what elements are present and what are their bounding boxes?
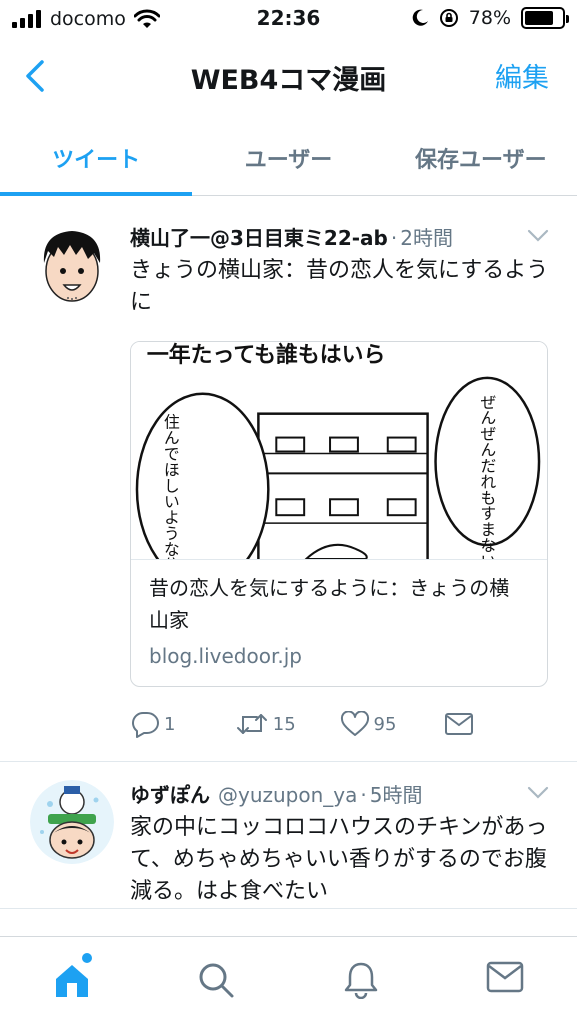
retweet-icon [236,714,267,734]
reply-count: 1 [164,713,176,735]
battery-percent: 78% [468,7,511,29]
edit-button[interactable]: 編集 [495,56,549,95]
navigation-bar: WEB4コマ漫画 編集 [0,40,577,112]
tweet-header: ゆずぽん @yuzupon_ya · 5時間 [130,780,549,810]
display-name[interactable]: ゆずぽん [130,780,210,810]
retweet-button[interactable]: 15 [235,711,340,737]
manga-left-bubble-text: 住んでほしいような住んでほしくないような… [161,414,180,560]
reply-button[interactable]: 1 [130,710,235,738]
envelope-icon [486,961,524,993]
card-info: 昔の恋人を気にするように：きょうの横山家 blog.livedoor.jp [131,560,547,686]
bell-icon [344,962,377,999]
home-icon [56,965,89,997]
card-title: 昔の恋人を気にするように：きょうの横山家 [149,576,510,632]
card-image: 一年たっても誰もはいら 住んでほしいような住んでほ [131,342,547,560]
tab-users[interactable]: ユーザー [192,122,384,195]
tab-tweets[interactable]: ツイート [0,122,193,196]
tweet[interactable]: 横山了一@3日目東ミ22-ab · 2時間 きょうの横山家：昔の恋人を気にするよ… [0,205,577,762]
status-right: 78% [411,7,569,29]
avatar[interactable] [30,780,114,864]
reply-icon [132,712,159,738]
battery-icon [521,7,569,29]
tweet-actions: 1 15 95 [130,687,549,761]
display-name[interactable]: 横山了一@3日目東ミ22-ab [130,223,388,253]
page-title: WEB4コマ漫画 [190,65,387,96]
card-domain: blog.livedoor.jp [149,644,302,668]
tweet-time: 2時間 [400,226,453,250]
rotation-lock-icon [439,9,458,27]
link-card[interactable]: 一年たっても誰もはいら 住んでほしいような住んでほ [130,341,548,687]
list-tabs: ツイート ユーザー 保存ユーザー [0,122,577,196]
tab-home[interactable] [0,937,144,1024]
manga-top-text: 一年たっても誰もはいら [147,342,385,368]
like-count: 95 [373,713,397,735]
tweet-feed[interactable]: 横山了一@3日目東ミ22-ab · 2時間 きょうの横山家：昔の恋人を気にするよ… [0,205,577,909]
user-handle[interactable]: @yuzupon_ya [218,780,357,810]
separator-dot: · [360,783,367,807]
status-bar: docomo 22:36 78% [0,0,577,40]
heart-icon [340,711,369,736]
tab-saved-users[interactable]: 保存ユーザー [385,122,577,195]
manga-right-bubble-text: ぜんぜんだれもすまないね… [478,394,497,560]
tweet-text: きょうの横山家：昔の恋人を気にするように [130,258,549,315]
chevron-down-icon[interactable] [527,229,549,243]
tweet-header: 横山了一@3日目東ミ22-ab · 2時間 [130,223,549,253]
tab-messages[interactable] [433,937,577,1024]
tweet-content: 横山了一@3日目東ミ22-ab · 2時間 きょうの横山家：昔の恋人を気にするよ… [130,205,577,761]
avatar[interactable] [30,223,114,307]
search-icon [199,963,234,998]
battery-level [525,11,554,25]
share-button[interactable] [444,712,549,736]
tweet-time: 5時間 [369,783,423,807]
like-button[interactable]: 95 [340,711,445,737]
tab-notifications[interactable] [289,937,433,1024]
new-tweets-dot [82,953,92,963]
moon-icon [412,9,428,26]
tab-search[interactable] [144,937,288,1024]
tweet-text: 家の中にコッコロコハウスのチキンがあって、めちゃめちゃいい香りがするのでお腹減る… [130,815,548,904]
bottom-tab-bar [0,936,577,1024]
mail-icon [445,713,474,735]
tweet[interactable]: ゆずぽん @yuzupon_ya · 5時間 家の中にコッコロコハウスのチキンが… [0,762,577,909]
retweet-count: 15 [272,713,296,735]
chevron-down-icon[interactable] [527,786,549,800]
separator-dot: · [390,226,398,250]
tweet-content: ゆずぽん @yuzupon_ya · 5時間 家の中にコッコロコハウスのチキンが… [130,762,577,908]
